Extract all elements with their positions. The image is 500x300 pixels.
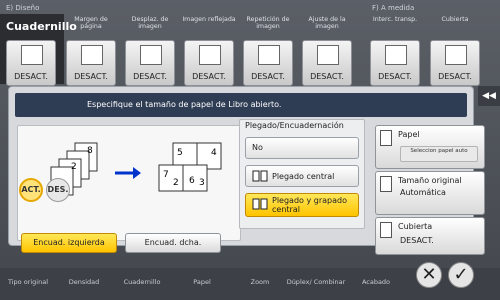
original-size-value: Automática — [400, 188, 446, 197]
fold-option-no-label: No — [252, 143, 263, 152]
tab-image-shift[interactable]: Desplaz. de imagen DESACT. — [123, 14, 177, 86]
right-binding-button[interactable]: Encuad. dcha. — [125, 233, 221, 253]
cover-value: DESACT. — [438, 72, 472, 81]
tab-cover-label: Cubierta — [441, 16, 469, 23]
paper-title: Papel — [398, 130, 420, 139]
act-toggle[interactable]: ACT. — [19, 178, 43, 202]
paper-icon — [380, 130, 392, 146]
tab-cover[interactable]: Cubierta DESACT. — [428, 14, 482, 86]
tab-mirror-image-label: Imagen reflejada — [182, 16, 236, 23]
fold-option-center-staple[interactable]: Plegado y grapado central — [245, 193, 359, 217]
tab-page-margin-label: Margen de página — [74, 16, 108, 30]
page-margin-tile[interactable]: DESACT. — [66, 40, 116, 86]
diagram-page-7: 7 — [163, 170, 169, 180]
bottom-duplex[interactable]: Dúplex/ Combinar — [286, 278, 346, 286]
cover-sheet-icon — [380, 222, 392, 238]
image-fit-icon — [317, 45, 339, 65]
tab-image-shift-label: Desplaz. de imagen — [131, 16, 169, 30]
mirror-image-value: DESACT. — [192, 72, 226, 81]
transparency-value: DESACT. — [378, 72, 412, 81]
image-fit-tile[interactable]: DESACT. — [302, 40, 352, 86]
page-margin-value: DESACT. — [74, 72, 108, 81]
mirror-image-tile[interactable]: DESACT. — [184, 40, 234, 86]
cover-tile[interactable]: DESACT. — [430, 40, 480, 86]
fold-option-center-staple-label: Plegado y grapado central — [272, 196, 347, 214]
collapse-panel-button[interactable]: ◀◀ — [478, 86, 500, 106]
bottom-density[interactable]: Densidad — [60, 278, 108, 286]
fold-title: Plegado/Encuadernación — [245, 121, 344, 130]
left-binding-button[interactable]: Encuad. izquierda — [21, 233, 117, 253]
booklet-icon — [21, 45, 43, 65]
booklet-value: DESACT. — [14, 72, 48, 81]
diagram-page-5: 5 — [177, 148, 183, 158]
original-size-button[interactable]: Tamaño original Automática — [375, 171, 485, 215]
page-margin-icon — [81, 45, 103, 65]
fold-option-center-label: Plegado central — [272, 172, 335, 181]
diagram-page-2b: 2 — [173, 178, 179, 188]
cover-title: Cubierta — [398, 222, 433, 231]
book-icon — [252, 170, 268, 182]
dialog-header: Especifique el tamaño de papel de Libro … — [15, 93, 467, 117]
section-label-design: E) Diseño — [6, 4, 40, 12]
paper-value: Seleccion papel auto — [400, 146, 478, 162]
tab-transparency-label: Interc. transp. — [372, 16, 418, 23]
diagram-page-2: 2 — [71, 162, 77, 172]
dialog-message: Especifique el tamaño de papel de Libro … — [87, 100, 282, 109]
book-staple-icon — [252, 198, 268, 210]
bottom-paper[interactable]: Papel — [178, 278, 226, 286]
tab-mirror-image[interactable]: Imagen reflejada DESACT. — [182, 14, 236, 86]
bottom-finishing[interactable]: Acabado — [352, 278, 400, 286]
tab-image-repeat[interactable]: Repetición de imagen DESACT. — [241, 14, 295, 86]
image-repeat-icon — [258, 45, 280, 65]
image-shift-value: DESACT. — [133, 72, 167, 81]
cover-icon — [445, 45, 467, 65]
mirror-image-icon — [199, 45, 221, 65]
fold-option-center[interactable]: Plegado central — [245, 165, 359, 187]
diagram-page-6: 6 — [189, 176, 195, 186]
image-repeat-tile[interactable]: DESACT. — [243, 40, 293, 86]
bottom-booklet[interactable]: Cuadernillo — [118, 278, 166, 286]
cover-value: DESACT. — [400, 236, 434, 245]
ok-button[interactable]: ✓ — [448, 262, 474, 288]
tab-image-repeat-label: Repetición de imagen — [246, 16, 290, 30]
image-shift-icon — [140, 45, 162, 65]
diagram-page-8: 8 — [87, 146, 93, 156]
cover-button[interactable]: Cubierta DESACT. — [375, 217, 485, 255]
booklet-dialog: Especifique el tamaño de papel de Libro … — [8, 86, 485, 255]
image-repeat-value: DESACT. — [251, 72, 285, 81]
original-size-title: Tamaño original — [398, 176, 462, 185]
section-label-custom: F) A medida — [372, 4, 415, 12]
tab-transparency-interleave[interactable]: Interc. transp. DESACT. — [368, 14, 422, 86]
tab-booklet[interactable]: Cuadernillo DESACT. — [0, 14, 77, 86]
transparency-tile[interactable]: DESACT. — [370, 40, 420, 86]
diagram-page-4: 4 — [211, 148, 217, 158]
image-fit-value: DESACT. — [310, 72, 344, 81]
diagram-page-3: 3 — [199, 178, 205, 188]
tab-image-fit[interactable]: Ajuste de la imagen DESACT. — [300, 14, 354, 86]
transparency-icon — [385, 45, 407, 65]
tab-image-fit-label: Ajuste de la imagen — [308, 16, 346, 30]
des-toggle[interactable]: DES. — [46, 178, 70, 202]
fold-option-no[interactable]: No — [245, 137, 359, 159]
image-shift-tile[interactable]: DESACT. — [125, 40, 175, 86]
original-size-icon — [380, 176, 392, 192]
booklet-tile[interactable]: DESACT. — [6, 40, 56, 86]
tab-page-margin[interactable]: Margen de página DESACT. — [64, 14, 118, 86]
paper-button[interactable]: Papel Seleccion papel auto — [375, 125, 485, 169]
bottom-zoom[interactable]: Zoom — [236, 278, 284, 286]
bottom-original-type[interactable]: Tipo original — [4, 278, 52, 286]
cancel-button[interactable]: ✕ — [416, 262, 442, 288]
